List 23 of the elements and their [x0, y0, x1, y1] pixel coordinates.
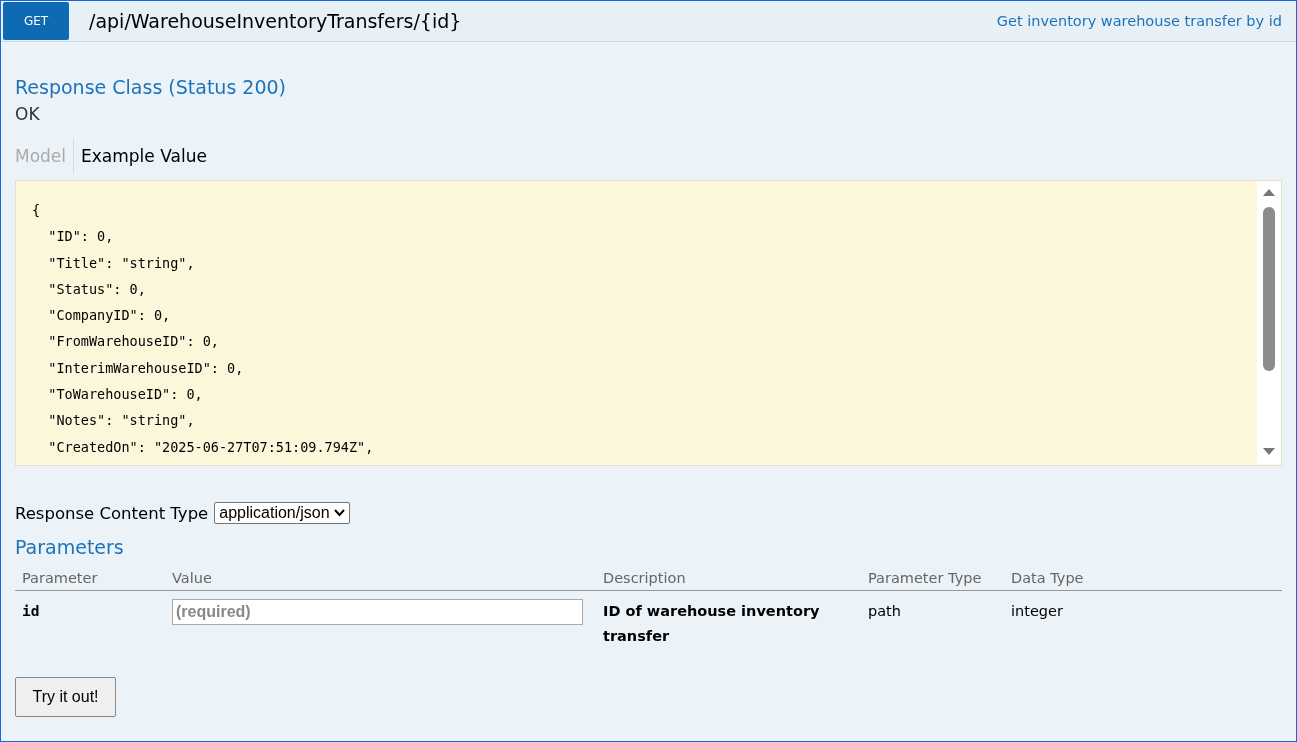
section-heading: Parameters	[15, 536, 125, 558]
parameter-name: id	[22, 602, 41, 621]
method-badge[interactable]: GET	[3, 2, 69, 40]
content-type-select[interactable]: application/json	[214, 502, 350, 524]
data-type: integer	[1011, 602, 1064, 621]
section-heading: Response Class (Status 200)	[15, 76, 287, 98]
chevron-down-icon	[333, 509, 345, 517]
column-header: Value	[172, 570, 213, 586]
endpoint-path: /api/WarehouseInventoryTransfers/{id}	[89, 10, 463, 32]
code-text: { "ID": 0, "Title": "string", "Status": 0, "CompanyID": 0, "FromWarehouseID": 0, "InterimWarehouseID": 0, "ToWarehouseID": 0, "Notes": "string", "CreatedOn": "2025-06-27T07:51:09.794Z",	[31, 201, 375, 457]
column-header: Parameter Type	[868, 570, 983, 586]
column-header: Description	[603, 570, 687, 586]
scrollbar-icon[interactable]	[1257, 181, 1281, 464]
parameter-description: ID of warehouse inventory transfer	[603, 602, 821, 646]
parameter-type: path	[868, 602, 902, 621]
field-label: Response Content Type	[15, 503, 209, 523]
try-it-out-button[interactable]: Try it out!	[15, 677, 116, 717]
endpoint-summary-link[interactable]: Get inventory warehouse transfer by id	[996, 13, 1282, 29]
value-input-field[interactable]: (required)	[172, 599, 583, 625]
column-header: Parameter	[22, 570, 99, 586]
tab[interactable]: Example Value	[74, 138, 214, 174]
column-header: Data Type	[1011, 570, 1085, 586]
response-status-text: OK	[15, 104, 41, 124]
